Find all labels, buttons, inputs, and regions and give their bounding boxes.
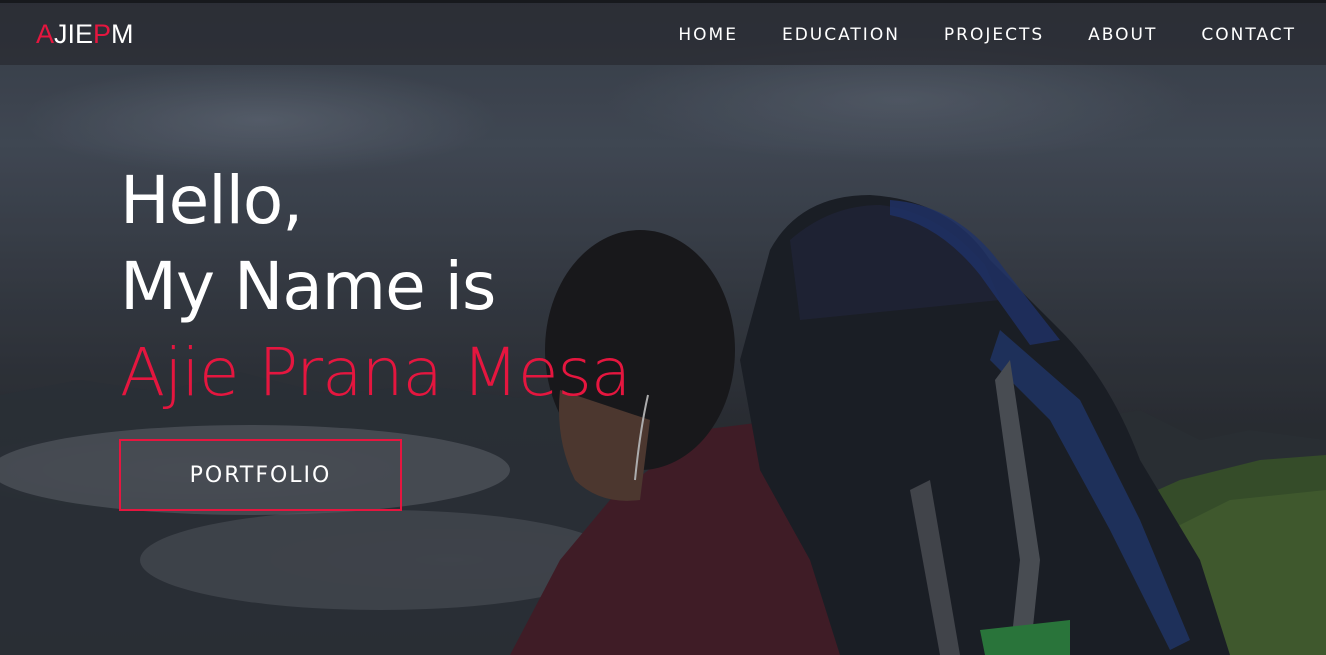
nav-projects[interactable]: PROJECTS	[944, 23, 1044, 47]
site-logo[interactable]: AJIEPM	[36, 17, 134, 51]
greeting-line: Hello,	[120, 162, 303, 239]
nav-education[interactable]: EDUCATION	[782, 23, 900, 47]
person-name: Ajie Prana Mesa	[120, 334, 631, 411]
navbar: AJIEPM HOME EDUCATION PROJECTS ABOUT CON…	[0, 0, 1326, 65]
nav-home[interactable]: HOME	[678, 23, 738, 47]
portfolio-button[interactable]: PORTFOLIO	[119, 439, 402, 511]
nav-contact[interactable]: CONTACT	[1201, 23, 1296, 47]
logo-letters-jie: JIE	[54, 19, 94, 49]
main-nav: HOME EDUCATION PROJECTS ABOUT CONTACT	[634, 23, 1296, 47]
logo-letter-a: A	[36, 19, 55, 49]
logo-letter-p: P	[93, 19, 112, 49]
nav-about[interactable]: ABOUT	[1088, 23, 1157, 47]
intro-line: My Name is	[120, 248, 496, 325]
hero-section: AJIEPM HOME EDUCATION PROJECTS ABOUT CON…	[0, 0, 1326, 655]
hero-headline: Hello, My Name is Ajie Prana Mesa	[120, 158, 631, 416]
logo-letter-m: M	[111, 19, 134, 49]
